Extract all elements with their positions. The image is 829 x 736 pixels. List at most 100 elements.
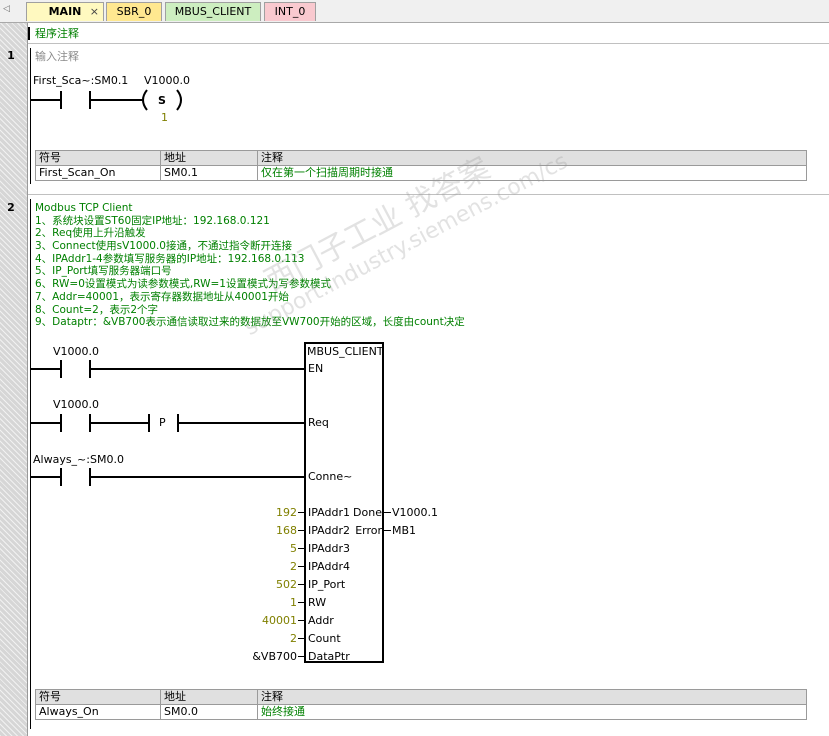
network-1-comment[interactable]: 输入注释 bbox=[35, 50, 79, 63]
tab-mbus-client-label: MBUS_CLIENT bbox=[174, 5, 252, 18]
comment-line: 6、RW=0设置模式为读参数模式,RW=1设置模式为写参数模式 bbox=[35, 278, 331, 291]
done-output-value[interactable]: V1000.1 bbox=[392, 506, 438, 519]
pin-connect: Conne~ bbox=[308, 470, 353, 483]
contact-left-bar[interactable] bbox=[60, 414, 62, 432]
pin-done: Done bbox=[353, 506, 382, 519]
network-number-1[interactable]: 1 bbox=[0, 49, 22, 62]
comment-line: 5、IP_Port填写服务器端口号 bbox=[35, 265, 172, 278]
comment-line: 2、Req使用上升沿触发 bbox=[35, 227, 146, 240]
table-header: 地址 bbox=[160, 689, 258, 705]
table-cell: Always_On bbox=[35, 704, 161, 720]
block-title: MBUS_CLIENT bbox=[307, 345, 384, 358]
pin-req: Req bbox=[308, 416, 329, 429]
tab-sbr0-label: SBR_0 bbox=[116, 5, 152, 18]
table-header: 符号 bbox=[35, 689, 161, 705]
count-value[interactable]: 2 bbox=[240, 632, 297, 645]
pin-stub bbox=[298, 656, 304, 657]
pin-stub bbox=[298, 512, 304, 513]
table-header: 地址 bbox=[160, 150, 258, 166]
positive-edge-label: P bbox=[159, 416, 166, 429]
editor-tab-bar: ◁ MAIN × SBR_0 MBUS_CLIENT INT_0 bbox=[0, 0, 829, 23]
contact-left-bar[interactable] bbox=[60, 360, 62, 378]
table-row[interactable]: First_Scan_On SM0.1 仅在第一个扫描周期时接通 bbox=[35, 165, 807, 181]
ipaddr1-value[interactable]: 192 bbox=[240, 506, 297, 519]
separator bbox=[28, 194, 829, 195]
contact-left-bar[interactable] bbox=[60, 91, 62, 109]
coil-address-label: V1000.0 bbox=[144, 74, 191, 87]
tab-main[interactable]: MAIN × bbox=[26, 2, 104, 21]
rung-wire bbox=[90, 476, 304, 478]
table-cell: First_Scan_On bbox=[35, 165, 161, 181]
rung-wire bbox=[178, 422, 304, 424]
ip-port-value[interactable]: 502 bbox=[240, 578, 297, 591]
symbol-table-network-1: 符号 地址 注释 First_Scan_On SM0.1 仅在第一个扫描周期时接… bbox=[35, 150, 807, 181]
comment-line: Modbus TCP Client bbox=[35, 202, 133, 214]
rung-wire bbox=[90, 368, 304, 370]
rung-wire bbox=[31, 368, 60, 370]
tab-sbr0[interactable]: SBR_0 bbox=[106, 2, 162, 21]
pin-ipaddr4: IPAddr4 bbox=[308, 560, 350, 573]
coil-type-label: S bbox=[158, 94, 166, 107]
comment-line: 1、系统块设置ST60固定IP地址：192.168.0.121 bbox=[35, 214, 270, 227]
pin-stub bbox=[298, 530, 304, 531]
pin-stub bbox=[384, 512, 391, 513]
req-contact-label: V1000.0 bbox=[53, 398, 100, 411]
table-cell: SM0.1 bbox=[160, 165, 258, 181]
separator bbox=[28, 43, 829, 44]
pin-en: EN bbox=[308, 362, 324, 375]
table-row[interactable]: Always_On SM0.0 始终接通 bbox=[35, 704, 807, 720]
rung-wire bbox=[31, 422, 60, 424]
tab-int0-label: INT_0 bbox=[274, 5, 306, 18]
coil-count-value: 1 bbox=[161, 111, 168, 124]
pin-stub bbox=[298, 566, 304, 567]
en-contact-label: V1000.0 bbox=[53, 345, 100, 358]
comment-line: 3、Connect使用sV1000.0接通，不通过指令断开连接 bbox=[35, 240, 292, 253]
dataptr-value[interactable]: &VB700 bbox=[230, 650, 297, 663]
scroll-left-icon[interactable]: ◁ bbox=[3, 4, 10, 14]
table-cell: 仅在第一个扫描周期时接通 bbox=[257, 165, 807, 181]
network-gutter bbox=[0, 23, 28, 736]
rw-value[interactable]: 1 bbox=[240, 596, 297, 609]
network-number-2[interactable]: 2 bbox=[0, 201, 22, 214]
pin-stub bbox=[298, 620, 304, 621]
rung-wire bbox=[90, 99, 142, 101]
pin-ip-port: IP_Port bbox=[308, 578, 346, 591]
error-output-value[interactable]: MB1 bbox=[392, 524, 416, 537]
pin-addr: Addr bbox=[308, 614, 334, 627]
connect-contact-label: Always_~:SM0.0 bbox=[33, 453, 124, 466]
ipaddr4-value[interactable]: 2 bbox=[240, 560, 297, 573]
close-icon[interactable]: × bbox=[90, 3, 99, 21]
edge-left-bar[interactable] bbox=[148, 414, 150, 432]
program-comment[interactable]: 程序注释 bbox=[35, 27, 79, 40]
contact-symbol-label: First_Sca~:SM0.1 bbox=[33, 74, 129, 87]
network-2-comment[interactable]: Modbus TCP Client 1、系统块设置ST60固定IP地址：192.… bbox=[35, 202, 465, 329]
table-cell: 始终接通 bbox=[257, 704, 807, 720]
pin-count: Count bbox=[308, 632, 341, 645]
addr-value[interactable]: 40001 bbox=[240, 614, 297, 627]
tab-int0[interactable]: INT_0 bbox=[264, 2, 316, 21]
table-cell: SM0.0 bbox=[160, 704, 258, 720]
comment-line: 8、Count=2，表示2个字 bbox=[35, 303, 159, 316]
pin-ipaddr3: IPAddr3 bbox=[308, 542, 350, 555]
comment-marker bbox=[28, 27, 30, 40]
pin-error: Error bbox=[355, 524, 382, 537]
rung-wire bbox=[31, 99, 60, 101]
pin-stub bbox=[298, 584, 304, 585]
contact-left-bar[interactable] bbox=[60, 468, 62, 486]
ipaddr2-value[interactable]: 168 bbox=[240, 524, 297, 537]
comment-line: 9、Dataptr：&VB700表示通信读取过来的数据放至VW700开始的区域，… bbox=[35, 316, 465, 329]
table-header: 符号 bbox=[35, 150, 161, 166]
pin-stub bbox=[298, 602, 304, 603]
power-rail bbox=[30, 199, 31, 729]
rung-wire bbox=[90, 422, 148, 424]
tab-main-label: MAIN bbox=[48, 5, 82, 18]
comment-line: 7、Addr=40001，表示寄存器数据地址从40001开始 bbox=[35, 290, 289, 303]
power-rail bbox=[30, 48, 31, 184]
symbol-table-network-2: 符号 地址 注释 Always_On SM0.0 始终接通 bbox=[35, 689, 807, 720]
pin-stub bbox=[384, 530, 391, 531]
tab-mbus-client[interactable]: MBUS_CLIENT bbox=[165, 2, 261, 21]
pin-rw: RW bbox=[308, 596, 327, 609]
pin-dataptr: DataPtr bbox=[308, 650, 350, 663]
table-header: 注释 bbox=[257, 150, 807, 166]
ipaddr3-value[interactable]: 5 bbox=[240, 542, 297, 555]
